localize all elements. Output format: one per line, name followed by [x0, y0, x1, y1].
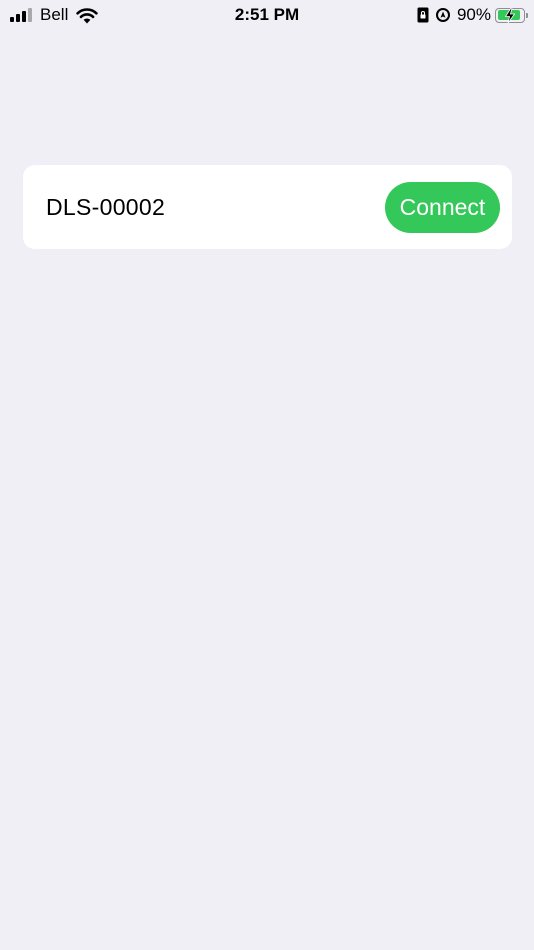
portrait-lock-icon	[417, 7, 429, 23]
status-bar: Bell 2:51 PM 90%	[0, 0, 534, 30]
battery-percentage: 90%	[456, 5, 491, 24]
status-bar-right: 90%	[417, 4, 528, 26]
device-name: DLS-00002	[46, 194, 166, 220]
connect-button[interactable]: Connect	[385, 182, 500, 233]
device-card: DLS-00002 Connect	[23, 165, 512, 249]
battery-charging-icon	[495, 7, 528, 23]
location-icon	[435, 8, 450, 22]
